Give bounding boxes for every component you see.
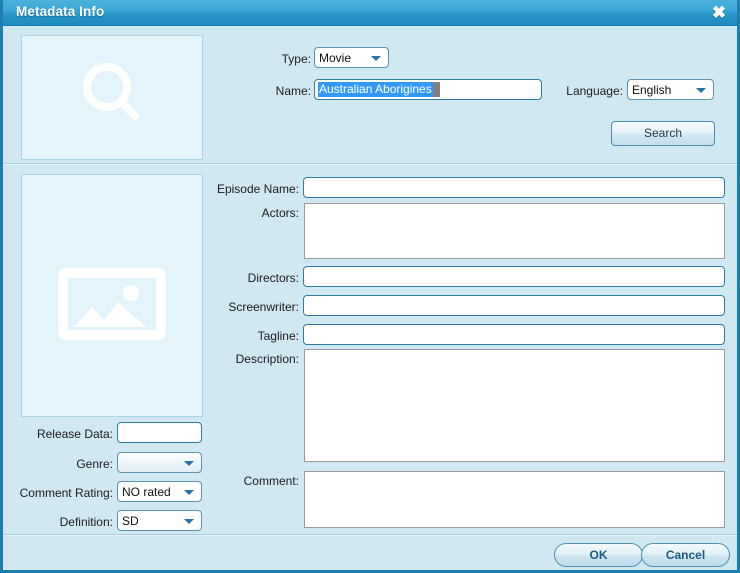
release-data-input[interactable] [117,422,202,443]
window-title: Metadata Info [16,4,105,19]
search-button-label: Search [643,126,683,140]
text-caret [433,82,440,97]
dialog-body: Type: Movie Name: Australian Aborigines … [3,26,737,570]
actors-label: Actors: [261,206,299,220]
directors-label: Directors: [247,271,299,285]
close-icon[interactable]: ✖ [708,3,730,23]
episode-name-label: Episode Name: [216,182,299,196]
comment-label: Comment: [243,474,299,488]
language-value: English [632,83,672,97]
chevron-down-icon [184,518,194,524]
actors-textarea[interactable] [304,203,725,259]
directors-input[interactable] [303,266,725,287]
search-preview-panel [21,35,203,160]
definition-select[interactable]: SD [117,510,202,531]
chevron-down-icon [696,87,706,93]
name-input[interactable]: Australian Aborigines [314,79,542,100]
chevron-down-icon [184,460,194,466]
type-label: Type: [281,52,311,66]
screenwriter-label: Screenwriter: [228,300,299,314]
comment-rating-value: NO rated [122,485,171,499]
chevron-down-icon [371,55,381,61]
cancel-button[interactable]: Cancel [641,543,730,567]
ok-button-label: OK [589,548,608,562]
definition-value: SD [122,514,139,528]
language-label: Language: [566,84,623,98]
language-select[interactable]: English [627,79,714,100]
image-placeholder-icon [22,175,202,416]
genre-select[interactable] [117,452,202,473]
cancel-button-label: Cancel [665,548,706,562]
magnifier-icon [22,36,202,159]
name-input-value: Australian Aborigines [318,82,433,97]
search-button[interactable]: Search [611,121,715,146]
screenwriter-input[interactable] [303,295,725,316]
poster-preview-panel [21,174,203,417]
definition-label: Definition: [59,515,113,529]
tagline-label: Tagline: [257,329,299,343]
comment-rating-select[interactable]: NO rated [117,481,202,502]
type-value: Movie [319,51,352,65]
name-label: Name: [275,84,311,98]
type-select[interactable]: Movie [314,47,389,68]
chevron-down-icon [184,489,194,495]
comment-textarea[interactable] [304,471,725,528]
release-data-label: Release Data: [36,427,113,441]
tagline-input[interactable] [303,324,725,345]
section-divider-bottom [3,534,737,536]
episode-name-input[interactable] [303,177,725,198]
description-label: Description: [235,352,299,366]
section-divider-top [3,163,737,165]
ok-button[interactable]: OK [554,543,643,567]
title-bar: Metadata Info ✖ [3,0,737,26]
metadata-info-dialog: Metadata Info ✖ Type: Movie Name: Austra… [0,0,740,573]
comment-rating-label: Comment Rating: [19,486,113,500]
genre-label: Genre: [76,457,113,471]
description-textarea[interactable] [304,349,725,462]
